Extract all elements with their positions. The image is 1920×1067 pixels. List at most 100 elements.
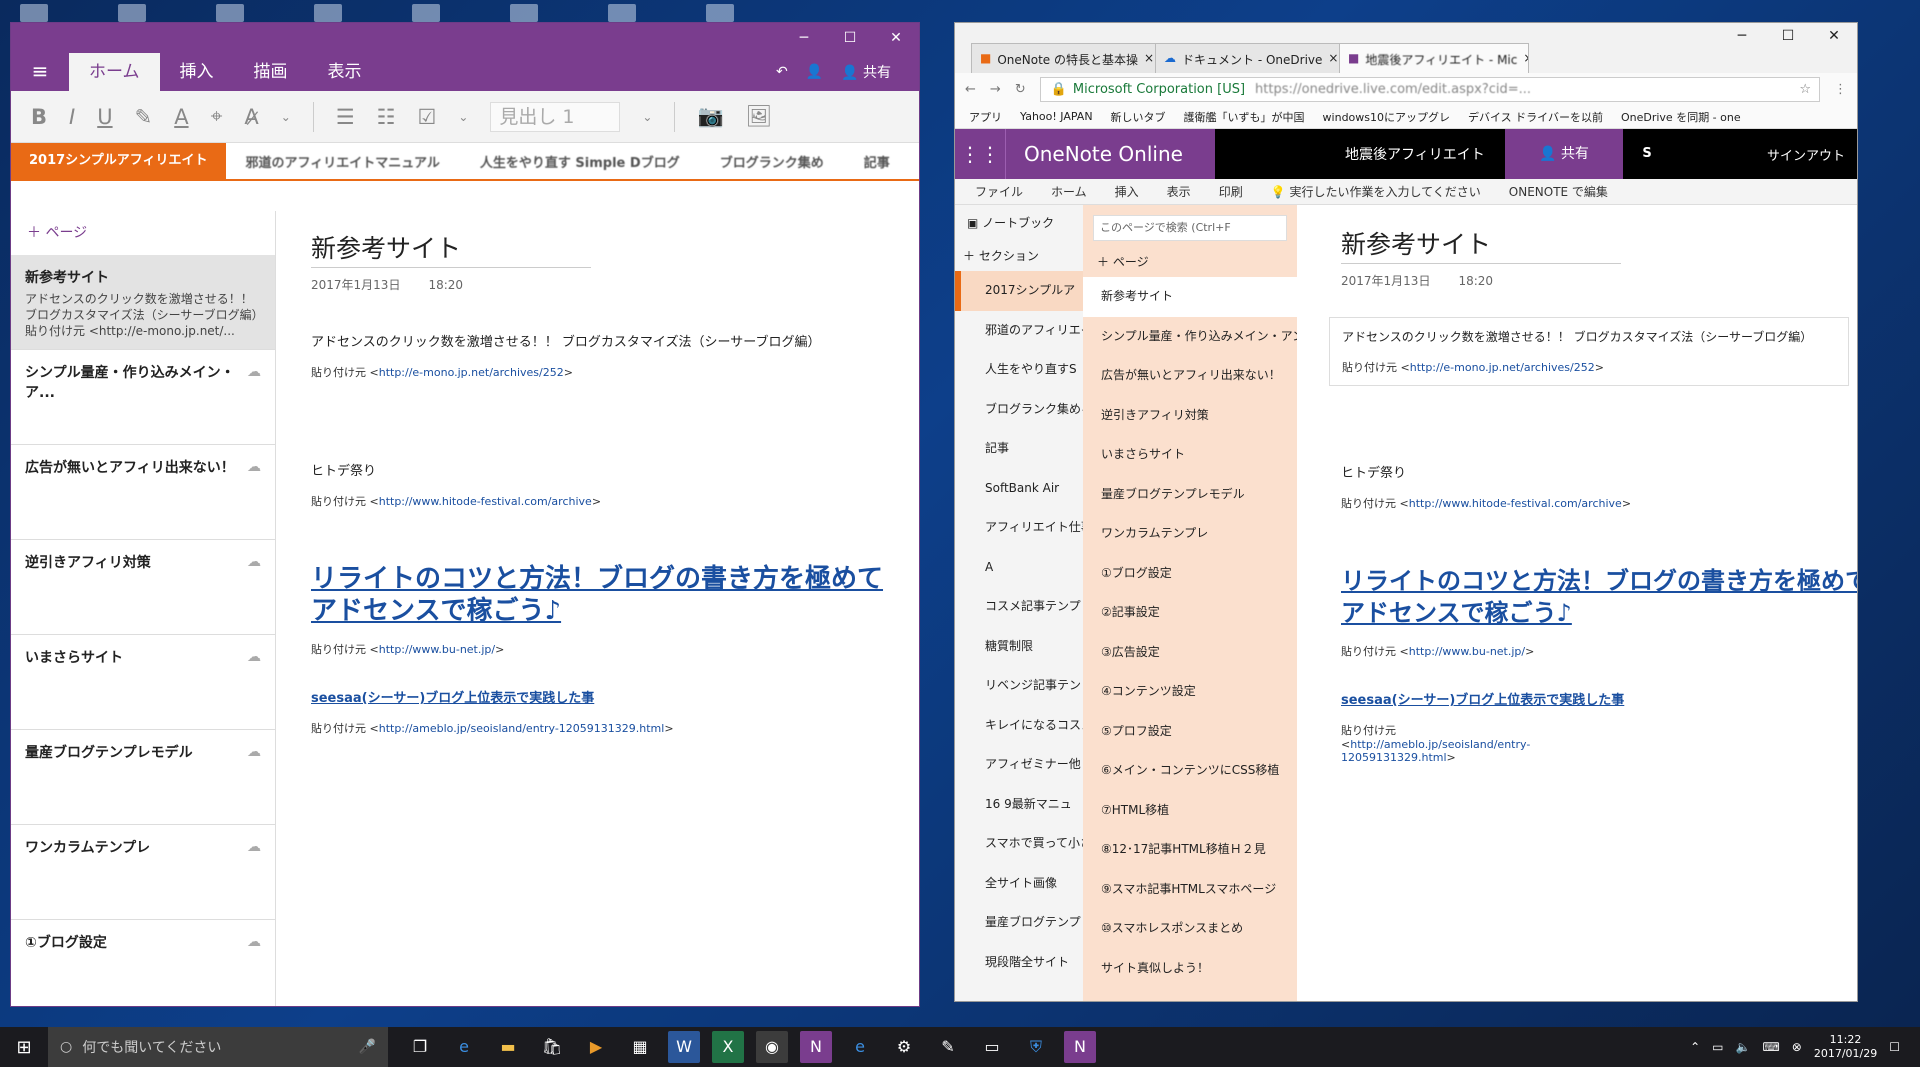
checkbox-icon[interactable]: ☑ <box>418 105 437 129</box>
tab-home[interactable]: ホーム <box>69 53 160 91</box>
close-icon[interactable]: ✕ <box>1811 28 1857 44</box>
search-input[interactable]: このページで検索 (Ctrl+F <box>1093 215 1287 241</box>
page-item[interactable]: 量産ブログテンプレモデル <box>1083 475 1297 515</box>
italic-icon[interactable]: I <box>69 105 75 129</box>
heading-link[interactable]: seesaa(シーサー)ブログ上位表示で実践した事 <box>1341 689 1857 708</box>
section-item[interactable]: 記事 <box>955 429 1083 469</box>
edit-in-onenote[interactable]: ONENOTE で編集 <box>1509 183 1608 200</box>
page-item[interactable]: シンプル量産・作り込みメイン・ア... ☁ <box>11 350 275 445</box>
heading-line[interactable]: リライトのコツと方法！ブログの書き方を極めて <box>1341 565 1857 597</box>
app-icon[interactable]: ⚙ <box>888 1031 920 1063</box>
section-tab[interactable]: 人生をやり直す Simple Dブログ <box>460 152 700 171</box>
tab-draw[interactable]: 描画 <box>234 53 308 91</box>
page-item[interactable]: ⑧12･17記事HTML移植Ｈ２見 <box>1083 830 1297 870</box>
page-item[interactable]: 逆引きアフィリ対策 ☁ <box>11 540 275 635</box>
link[interactable]: http://www.bu-net.jp/ <box>379 643 495 656</box>
page-item[interactable]: 広告が無いとアフィリ出来ない！ <box>1083 356 1297 396</box>
file-explorer-icon[interactable]: ▬ <box>492 1031 524 1063</box>
close-icon[interactable]: × <box>1523 51 1528 66</box>
picture-icon[interactable]: 🖼 <box>746 104 773 129</box>
section-item[interactable]: アフィリエイト仕事 <box>955 508 1083 548</box>
browser-tab-active[interactable]: ■ 地震後アフィリエイト - Mic × <box>1339 43 1529 73</box>
bookmark[interactable]: デバイス ドライバーを以前 <box>1468 109 1603 125</box>
link[interactable]: http://e-mono.jp.net/archives/252 <box>379 366 564 379</box>
onenote-app-icon[interactable]: N <box>1064 1031 1096 1063</box>
windows-start-icon[interactable]: ⊞ <box>0 1037 48 1058</box>
page-item[interactable]: ③広告設定 <box>1083 633 1297 673</box>
back-icon[interactable]: ← <box>965 82 976 97</box>
page-item[interactable]: 広告が無いとアフィリ出来ない！ ☁ <box>11 445 275 540</box>
link[interactable]: http://www.hitode-festival.com/archive <box>1409 497 1622 510</box>
desktop-icon[interactable] <box>314 4 342 22</box>
section-tab[interactable]: 記事 <box>844 152 910 171</box>
page-item[interactable]: ①ブログ設定 <box>1083 554 1297 594</box>
people-icon[interactable]: 👤 <box>806 64 823 80</box>
defender-icon[interactable]: ⛨ <box>1020 1031 1052 1063</box>
heading-line[interactable]: アドセンスで稼ごう♪ <box>1341 597 1857 629</box>
heading-line[interactable]: リライトのコツと方法！ブログの書き方を極めて <box>311 563 919 595</box>
chevron-down-icon[interactable]: ⌄ <box>281 110 291 124</box>
menu-icon[interactable]: ⋮ <box>1834 82 1847 97</box>
app-icon[interactable]: ▭ <box>976 1031 1008 1063</box>
page-item[interactable]: ⑨スマホ記事HTMLスマホページ <box>1083 870 1297 910</box>
cortana-search[interactable]: ○ 何でも聞いてください 🎤 <box>48 1027 388 1067</box>
page-item[interactable]: ワンカラムテンプレ ☁ <box>11 825 275 920</box>
browser-tab[interactable]: ■ OneNote の特長と基本操 × <box>971 43 1161 73</box>
menu-home[interactable]: ホーム <box>1051 183 1087 200</box>
page-item[interactable]: ⑦HTML移植 <box>1083 791 1297 831</box>
page-item[interactable]: ワンカラムテンプレ <box>1083 514 1297 554</box>
bookmark[interactable]: アプリ <box>969 109 1002 125</box>
desktop-icon[interactable] <box>412 4 440 22</box>
heading-link[interactable]: リライトのコツと方法！ブログの書き方を極めて アドセンスで稼ごう♪ <box>311 563 919 627</box>
section-tab[interactable]: 邪道のアフィリエイトマニュアル <box>226 152 460 171</box>
note-container[interactable]: アドセンスのクリック数を激増させる！！ ブログカスタマイズ法（シーサーブログ編）… <box>1329 317 1849 386</box>
menu-print[interactable]: 印刷 <box>1219 183 1243 200</box>
page-item[interactable]: ⑤プロフ設定 <box>1083 712 1297 752</box>
undo-icon[interactable]: ↶ <box>776 64 788 80</box>
numbered-list-icon[interactable]: ☷ <box>377 105 396 129</box>
desktop-icon[interactable] <box>216 4 244 22</box>
section-item[interactable]: スマホで買って小さ <box>955 824 1083 864</box>
note-text[interactable]: アドセンスのクリック数を激増させる！！ ブログカスタマイズ法（シーサーブログ編） <box>311 331 919 350</box>
page-item[interactable]: シンプル量産・作り込みメイン・アン <box>1083 317 1297 357</box>
link[interactable]: http://ameblo.jp/seoisland/entry-1205913… <box>1341 738 1530 764</box>
section-item[interactable]: コスメ記事テンプレ <box>955 587 1083 627</box>
section-item[interactable]: 16 9最新マニュ <box>955 785 1083 825</box>
chevron-down-icon[interactable]: ⌄ <box>642 110 652 124</box>
link[interactable]: http://ameblo.jp/seoisland/entry-1205913… <box>379 722 665 735</box>
volume-icon[interactable]: 🔈 <box>1735 1040 1750 1054</box>
ime-icon[interactable]: ⊗ <box>1792 1040 1802 1054</box>
section-item[interactable]: 邪道のアフィリエイ <box>955 311 1083 351</box>
heading-line[interactable]: アドセンスで稼ごう♪ <box>311 595 919 627</box>
tab-view[interactable]: 表示 <box>308 53 382 91</box>
page-canvas[interactable]: 新参考サイト 2017年1月13日 18:20 アドセンスのクリック数を激増させる… <box>311 211 919 1006</box>
underline-icon[interactable]: U <box>97 105 112 129</box>
page-item[interactable]: ⑩スマホレスポンスまとめ <box>1083 909 1297 949</box>
note-text[interactable]: アドセンスのクリック数を激増させる！！ ブログカスタマイズ法（シーサーブログ編） <box>1342 328 1836 345</box>
page-item[interactable]: サイト真似しよう！ <box>1083 949 1297 989</box>
tell-me-box[interactable]: 💡 実行したい作業を入力してください <box>1271 183 1481 200</box>
bold-icon[interactable]: B <box>31 105 47 129</box>
desktop-icon[interactable] <box>118 4 146 22</box>
link[interactable]: http://www.bu-net.jp/ <box>1409 645 1525 658</box>
section-tab[interactable]: ブログランク集め <box>700 152 844 171</box>
word-icon[interactable]: W <box>668 1031 700 1063</box>
page-item[interactable]: 逆引きアフィリ対策 <box>1083 396 1297 436</box>
section-item[interactable]: SoftBank Air <box>955 469 1083 509</box>
add-page-button[interactable]: ＋ ページ <box>11 211 275 255</box>
close-icon[interactable]: × <box>1328 51 1338 66</box>
camera-icon[interactable]: 📷 <box>697 104 723 129</box>
bookmark[interactable]: 護衛艦「いずも」が中国 <box>1184 109 1305 125</box>
action-center-icon[interactable]: ☐ <box>1889 1040 1900 1054</box>
clear-format-icon[interactable]: A̷ <box>244 105 258 129</box>
excel-icon[interactable]: X <box>712 1031 744 1063</box>
browser-tab[interactable]: ☁ ドキュメント - OneDrive × <box>1155 43 1345 73</box>
clock[interactable]: 11:22 2017/01/29 <box>1814 1033 1877 1061</box>
section-tab-active[interactable]: 2017シンプルアフィリエイト <box>11 143 226 179</box>
section-item[interactable]: キレイになるコスメ <box>955 706 1083 746</box>
share-button[interactable]: 👤 共有 <box>841 62 891 82</box>
minimize-icon[interactable]: ─ <box>1719 28 1765 44</box>
section-item[interactable]: 全サイト画像 <box>955 864 1083 904</box>
menu-view[interactable]: 表示 <box>1167 183 1191 200</box>
tab-insert[interactable]: 挿入 <box>160 53 234 91</box>
